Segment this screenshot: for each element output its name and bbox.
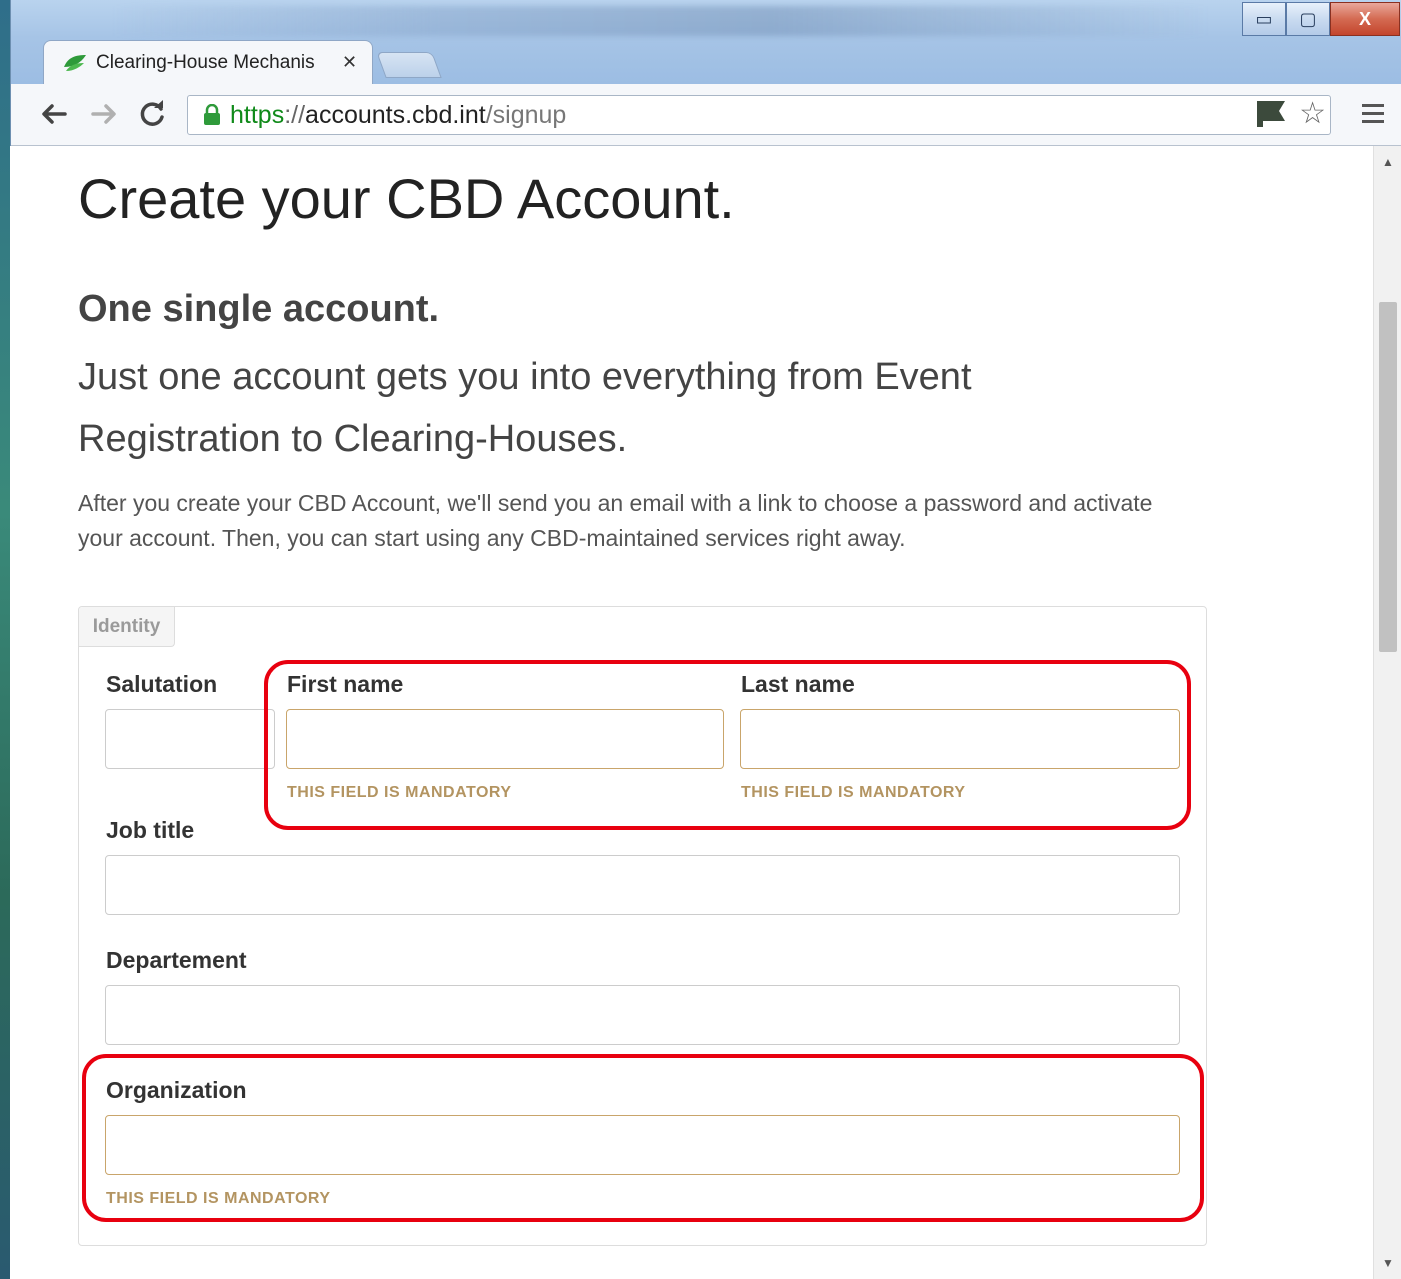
fieldset-legend: Identity (79, 607, 175, 647)
close-window-button[interactable]: X (1330, 2, 1400, 36)
page-subtitle: One single account. (78, 288, 440, 330)
organization-input[interactable] (105, 1115, 1180, 1175)
last-name-label: Last name (741, 671, 855, 697)
minimize-icon: ▭ (1255, 8, 1273, 29)
url-host: accounts.cbd.int (305, 100, 486, 129)
department-label: Departement (106, 947, 247, 973)
scrollbar-thumb[interactable] (1379, 302, 1397, 652)
organization-label: Organization (106, 1077, 247, 1103)
first-name-label: First name (287, 671, 404, 697)
department-input[interactable] (105, 985, 1180, 1045)
new-tab-button[interactable] (376, 52, 442, 78)
forward-button[interactable] (87, 96, 123, 132)
window-controls: ▭ ▢ X (1242, 2, 1400, 36)
page-viewport: ▲ ▼ Create your CBD Account. One single … (10, 146, 1401, 1279)
identity-fieldset: Identity Salutation First name THIS FIEL… (78, 606, 1207, 1246)
tab-title: Clearing-House Mechanis (96, 51, 315, 73)
hamburger-menu-icon[interactable] (1358, 98, 1388, 128)
job-title-label: Job title (106, 817, 195, 843)
page-lead: Just one account gets you into everythin… (78, 356, 972, 460)
page-intro: After you create your CBD Account, we'll… (78, 490, 1153, 551)
url-path: /signup (485, 100, 567, 129)
last-name-mandatory-text: THIS FIELD IS MANDATORY (741, 784, 966, 801)
flag-icon[interactable] (1253, 99, 1289, 129)
title-bar-blur (111, 6, 1211, 36)
star-icon[interactable]: ☆ (1299, 99, 1326, 129)
organization-mandatory-text: THIS FIELD IS MANDATORY (106, 1190, 331, 1207)
back-arrow-icon (42, 104, 67, 124)
title-bar: ▭ ▢ X Clearing-House Mechanis ✕ (11, 0, 1401, 84)
reload-button[interactable] (135, 96, 171, 132)
salutation-select[interactable] (105, 709, 275, 769)
job-title-input[interactable] (105, 855, 1180, 915)
tab-close-icon[interactable]: ✕ (342, 52, 357, 73)
vertical-scrollbar[interactable]: ▲ ▼ (1373, 146, 1401, 1279)
leaf-favicon-icon (62, 53, 88, 73)
first-name-input[interactable] (286, 709, 724, 769)
first-name-mandatory-text: THIS FIELD IS MANDATORY (287, 784, 512, 801)
scroll-up-arrow-icon[interactable]: ▲ (1374, 152, 1401, 172)
address-bar-actions: ☆ (1253, 99, 1326, 129)
page-title: Create your CBD Account. (78, 167, 735, 230)
last-name-input[interactable] (740, 709, 1180, 769)
forward-arrow-icon (91, 104, 116, 124)
url-separator: :// (284, 100, 306, 129)
maximize-icon: ▢ (1299, 8, 1317, 29)
back-button[interactable] (35, 96, 71, 132)
lock-icon (200, 103, 224, 127)
reload-icon (140, 100, 164, 126)
screen: ▭ ▢ X Clearing-House Mechanis ✕ https://… (0, 0, 1401, 1279)
browser-toolbar: https://accounts.cbd.int/signup ☆ (11, 84, 1401, 146)
salutation-label: Salutation (106, 671, 218, 697)
scroll-down-arrow-icon[interactable]: ▼ (1374, 1253, 1401, 1273)
url-text: https://accounts.cbd.int/signup (230, 101, 566, 130)
address-bar[interactable]: https://accounts.cbd.int/signup ☆ (187, 95, 1331, 135)
minimize-button[interactable]: ▭ (1242, 2, 1286, 36)
url-scheme: https (230, 100, 285, 129)
close-icon: X (1358, 8, 1371, 29)
maximize-button[interactable]: ▢ (1286, 2, 1330, 36)
browser-tab-active[interactable]: Clearing-House Mechanis ✕ (43, 40, 373, 84)
